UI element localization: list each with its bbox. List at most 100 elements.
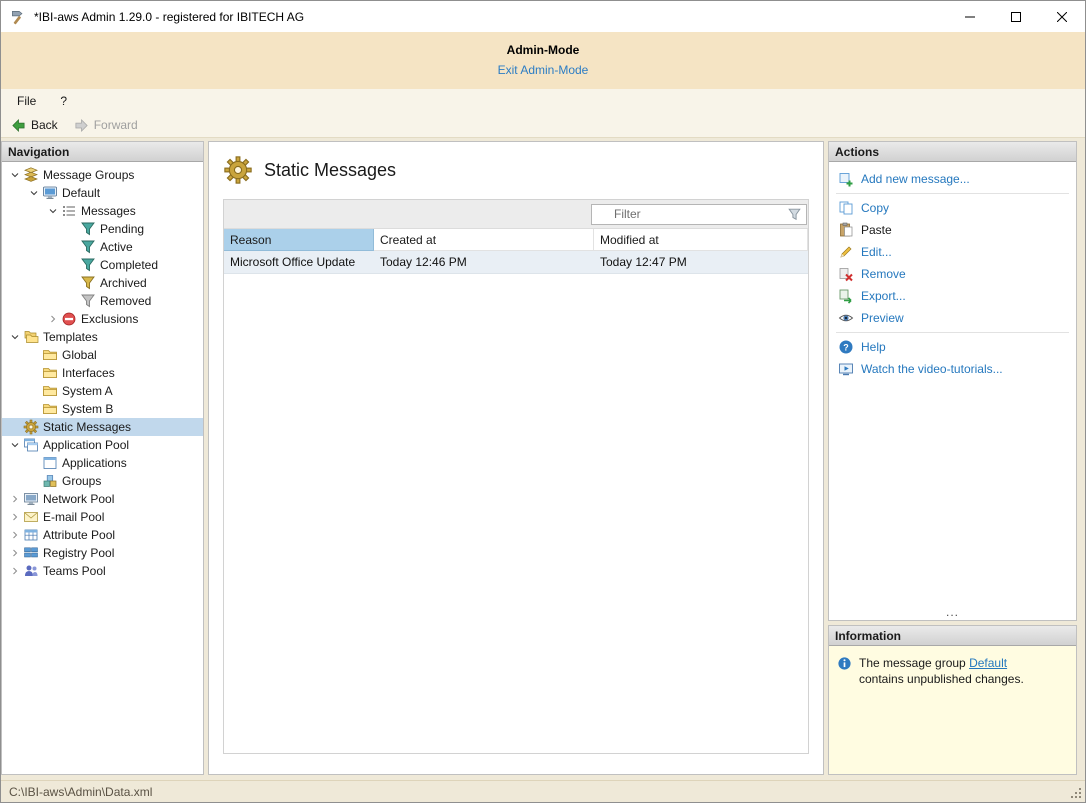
video-icon — [838, 361, 854, 377]
minimize-button[interactable] — [947, 1, 993, 32]
action-watch-the-video-tutorials[interactable]: Watch the video-tutorials... — [829, 358, 1076, 380]
action-add-new-message[interactable]: Add new message... — [829, 168, 1076, 190]
nav-item-label: Archived — [100, 276, 147, 290]
nav-item-e-mail-pool[interactable]: E-mail Pool — [2, 508, 203, 526]
content-panel: Static Messages ReasonCreated atModified… — [208, 141, 824, 775]
nav-item-groups[interactable]: Groups — [2, 472, 203, 490]
groups-icon — [42, 473, 58, 489]
tree-indent-spacer — [25, 473, 42, 489]
nav-item-static-messages[interactable]: Static Messages — [2, 418, 203, 436]
tree-collapsed-icon[interactable] — [6, 527, 23, 543]
close-button[interactable] — [1039, 1, 1085, 32]
navigation-panel: Navigation Message GroupsDefault Messages… — [1, 141, 204, 775]
maximize-button[interactable] — [993, 1, 1039, 32]
information-header: Information — [829, 626, 1076, 646]
nav-item-label: Teams Pool — [43, 564, 106, 578]
message-groups-icon — [23, 167, 39, 183]
tree-expanded-icon[interactable] — [6, 329, 23, 345]
action-edit[interactable]: Edit... — [829, 241, 1076, 263]
window-controls — [947, 1, 1085, 32]
action-copy[interactable]: Copy — [829, 197, 1076, 219]
folder-icon — [42, 347, 58, 363]
copy-icon — [838, 200, 854, 216]
table-empty-space — [224, 274, 808, 753]
menu-file[interactable]: File — [17, 94, 36, 108]
column-header-reason[interactable]: Reason — [224, 229, 374, 251]
menu-help[interactable]: ? — [60, 94, 67, 108]
nav-item-registry-pool[interactable]: Registry Pool — [2, 544, 203, 562]
nav-item-system-a[interactable]: System A — [2, 382, 203, 400]
nav-item-label: Messages — [81, 204, 136, 218]
funnel-active-icon — [80, 239, 96, 255]
add-message-icon — [838, 171, 854, 187]
information-text: The message group Default contains unpub… — [859, 655, 1045, 687]
page-title: Static Messages — [264, 160, 396, 181]
nav-item-templates[interactable]: Templates — [2, 328, 203, 346]
action-paste[interactable]: Paste — [829, 219, 1076, 241]
table-header: ReasonCreated atModified at — [224, 229, 808, 251]
panel-splitter-handle[interactable]: ... — [829, 608, 1076, 620]
back-button[interactable]: Back — [11, 118, 58, 133]
action-label: Copy — [861, 201, 889, 215]
nav-item-application-pool[interactable]: Application Pool — [2, 436, 203, 454]
info-text-after: contains unpublished changes. — [859, 672, 1024, 686]
tree-expanded-icon[interactable] — [6, 437, 23, 453]
nav-item-label: System B — [62, 402, 113, 416]
nav-item-messages[interactable]: Messages — [2, 202, 203, 220]
actions-header: Actions — [829, 142, 1076, 162]
tree-expanded-icon[interactable] — [25, 185, 42, 201]
action-export[interactable]: Export... — [829, 285, 1076, 307]
column-header-created-at[interactable]: Created at — [374, 229, 594, 251]
right-column: Actions Add new message... Copy PasteEdit.… — [828, 141, 1077, 775]
info-text-before: The message group — [859, 656, 969, 670]
tree-indent-spacer — [25, 347, 42, 363]
nav-item-global[interactable]: Global — [2, 346, 203, 364]
tree-expanded-icon[interactable] — [44, 203, 61, 219]
forward-button[interactable]: Forward — [74, 118, 138, 133]
nav-item-message-groups[interactable]: Message Groups — [2, 166, 203, 184]
funnel-completed-icon — [80, 257, 96, 273]
table-row[interactable]: Microsoft Office UpdateToday 12:46 PMTod… — [224, 251, 808, 274]
nav-item-label: Global — [62, 348, 97, 362]
nav-item-active[interactable]: Active — [2, 238, 203, 256]
nav-item-system-b[interactable]: System B — [2, 400, 203, 418]
exit-admin-mode-link[interactable]: Exit Admin-Mode — [498, 63, 589, 77]
action-help[interactable]: ?Help — [829, 336, 1076, 358]
tree-collapsed-icon[interactable] — [44, 311, 61, 327]
action-preview[interactable]: Preview — [829, 307, 1076, 329]
app-icon — [9, 8, 27, 26]
table-cell: Today 12:46 PM — [374, 251, 594, 273]
application-pool-icon — [23, 437, 39, 453]
tree-indent-spacer — [63, 221, 80, 237]
filter-input[interactable] — [592, 207, 786, 221]
nav-item-archived[interactable]: Archived — [2, 274, 203, 292]
filter-funnel-icon[interactable] — [786, 206, 803, 223]
nav-item-applications[interactable]: Applications — [2, 454, 203, 472]
window-title: *IBI-aws Admin 1.29.0 - registered for I… — [34, 10, 304, 24]
nav-item-exclusions[interactable]: Exclusions — [2, 310, 203, 328]
applications-icon — [42, 455, 58, 471]
tree-collapsed-icon[interactable] — [6, 563, 23, 579]
tree-collapsed-icon[interactable] — [6, 545, 23, 561]
tree-expanded-icon[interactable] — [6, 167, 23, 183]
nav-item-label: E-mail Pool — [43, 510, 104, 524]
nav-item-network-pool[interactable]: Network Pool — [2, 490, 203, 508]
tree-collapsed-icon[interactable] — [6, 509, 23, 525]
toolbar: Back Forward — [1, 113, 1085, 138]
tree-collapsed-icon[interactable] — [6, 491, 23, 507]
resize-grip[interactable] — [1071, 788, 1081, 798]
nav-item-removed[interactable]: Removed — [2, 292, 203, 310]
admin-mode-title: Admin-Mode — [1, 43, 1085, 57]
nav-item-teams-pool[interactable]: Teams Pool — [2, 562, 203, 580]
default-group-link[interactable]: Default — [969, 656, 1007, 670]
action-remove[interactable]: Remove — [829, 263, 1076, 285]
static-messages-gear-icon — [223, 155, 253, 185]
nav-item-default[interactable]: Default — [2, 184, 203, 202]
nav-item-pending[interactable]: Pending — [2, 220, 203, 238]
nav-item-completed[interactable]: Completed — [2, 256, 203, 274]
column-header-modified-at[interactable]: Modified at — [594, 229, 808, 251]
navigation-header: Navigation — [2, 142, 203, 162]
teams-pool-icon — [23, 563, 39, 579]
nav-item-attribute-pool[interactable]: Attribute Pool — [2, 526, 203, 544]
nav-item-interfaces[interactable]: Interfaces — [2, 364, 203, 382]
